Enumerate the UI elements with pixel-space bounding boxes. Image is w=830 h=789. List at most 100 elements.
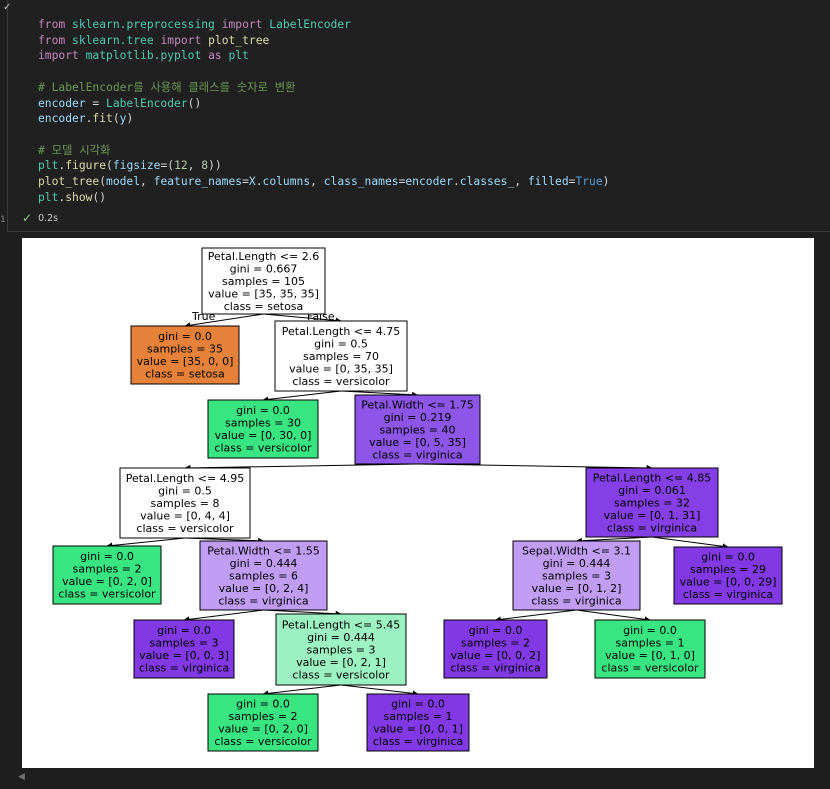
tree-node-text: value = [0, 2, 0] xyxy=(218,723,308,736)
code-line-10: plt.figure(figsize=(12, 8)) xyxy=(38,159,222,173)
tree-node-text: class = virginica xyxy=(450,662,540,675)
tree-node-text: Petal.Length <= 2.6 xyxy=(208,250,319,263)
tree-node-text: Petal.Length <= 4.95 xyxy=(126,472,244,485)
tree-node-text: samples = 2 xyxy=(461,637,530,650)
tree-node: Petal.Width <= 1.55gini = 0.444samples =… xyxy=(199,540,328,611)
code-line-5: # LabelEncoder를 사용해 클래스를 숫자로 변환 xyxy=(38,80,296,94)
tree-node-text: Petal.Length <= 4.85 xyxy=(593,471,711,484)
tree-node: Petal.Length <= 5.45gini = 0.444samples … xyxy=(275,613,407,686)
tree-node-text: gini = 0.5 xyxy=(314,337,368,350)
tree-node-text: value = [0, 0, 2] xyxy=(451,649,541,662)
tree-edge xyxy=(575,536,653,544)
tree-node: gini = 0.0samples = 29value = [0, 0, 29]… xyxy=(673,546,783,605)
tree-node-text: value = [35, 35, 35] xyxy=(208,287,319,300)
tree-edge xyxy=(340,684,419,697)
collapse-chevron-icon[interactable]: ✓ xyxy=(3,2,15,14)
cell-status: ✓ 0.2s xyxy=(22,211,58,225)
tree-node-text: class = versicolor xyxy=(136,522,234,535)
code-editor[interactable]: from sklearn.preprocessing import LabelE… xyxy=(38,17,609,205)
tree-node-text: samples = 30 xyxy=(225,417,301,430)
tree-node: gini = 0.0samples = 2value = [0, 2, 0]cl… xyxy=(52,545,162,605)
tree-node-text: samples = 3 xyxy=(307,643,376,656)
execution-count: 1 xyxy=(0,215,6,225)
tree-node: gini = 0.0samples = 3value = [0, 0, 3]cl… xyxy=(133,619,235,679)
tree-edge xyxy=(263,609,342,617)
tree-node-text: value = [35, 0, 0] xyxy=(137,355,234,368)
scroll-left-icon[interactable]: ◀ xyxy=(18,772,25,782)
tree-node-text: gini = 0.0 xyxy=(391,698,445,711)
tree-node-text: samples = 8 xyxy=(151,497,220,510)
tree-node-text: value = [0, 0, 1] xyxy=(373,723,463,736)
tree-node-text: class = virginica xyxy=(607,521,697,534)
tree-node-text: samples = 40 xyxy=(380,423,456,436)
code-line-11: plot_tree(model, feature_names=X.columns… xyxy=(38,175,610,189)
tree-node: Petal.Length <= 4.75gini = 0.5samples = … xyxy=(274,320,408,392)
tree-node-text: class = setosa xyxy=(224,300,304,313)
tree-node-text: value = [0, 1, 0] xyxy=(605,649,695,662)
tree-node-text: value = [0, 4, 4] xyxy=(140,509,230,522)
tree-node: gini = 0.0samples = 30value = [0, 30, 0]… xyxy=(207,399,319,459)
tree-node-text: gini = 0.667 xyxy=(230,262,298,275)
tree-edge xyxy=(106,537,186,549)
tree-edge xyxy=(651,536,729,550)
code-line-7: encoder.fit(y) xyxy=(38,112,134,126)
tree-node: Petal.Length <= 4.85gini = 0.061samples … xyxy=(585,467,719,538)
code-line-2: from sklearn.tree import plot_tree xyxy=(38,33,270,47)
tree-node: Petal.Length <= 4.95gini = 0.5samples = … xyxy=(119,467,251,539)
tree-node-text: value = [0, 0, 29] xyxy=(680,576,777,589)
tree-edge xyxy=(262,390,342,403)
tree-node-text: class = virginica xyxy=(372,448,462,461)
tree-node-text: value = [0, 2, 0] xyxy=(62,575,152,588)
tree-node-text: gini = 0.444 xyxy=(230,557,298,570)
tree-node-text: gini = 0.0 xyxy=(701,551,755,564)
tree-node-text: class = virginica xyxy=(683,588,773,601)
tree-node-text: samples = 70 xyxy=(303,350,379,363)
tree-node-text: gini = 0.0 xyxy=(623,624,677,637)
tree-edge xyxy=(262,684,342,697)
tree-node-text: gini = 0.061 xyxy=(618,484,686,497)
tree-node-text: Petal.Length <= 4.75 xyxy=(282,325,400,338)
tree-node-text: samples = 35 xyxy=(147,343,223,356)
tree-node-text: value = [0, 1, 2] xyxy=(532,582,622,595)
tree-node-text: gini = 0.444 xyxy=(543,557,611,570)
tree-node-text: gini = 0.0 xyxy=(469,624,523,637)
success-check-icon: ✓ xyxy=(22,211,33,225)
tree-edge xyxy=(184,463,418,471)
tree-node-text: value = [0, 2, 4] xyxy=(219,582,309,595)
cell-output-figure: True False Petal.Length <= 2.6 gini = 0.6… xyxy=(22,238,814,768)
tree-node-text: class = versicolor xyxy=(292,375,390,388)
tree-node: gini = 0.0samples = 1value = [0, 0, 1]cl… xyxy=(366,693,470,752)
tree-node-text: class = virginica xyxy=(139,662,229,675)
tree-node-text: class = versicolor xyxy=(292,668,390,681)
tree-node-text: gini = 0.0 xyxy=(236,698,290,711)
tree-node-text: value = [0, 35, 35] xyxy=(289,362,393,375)
tree-node-text: samples = 3 xyxy=(542,569,611,582)
tree-node-text: value = [0, 5, 35] xyxy=(369,436,466,449)
tree-node-text: class = versicolor xyxy=(214,442,312,455)
tree-node-text: samples = 1 xyxy=(384,710,453,723)
tree-node-text: value = [0, 1, 31] xyxy=(604,509,701,522)
tree-node-text: class = setosa xyxy=(145,368,225,381)
tree-node-text: gini = 0.444 xyxy=(307,631,375,644)
tree-node: Petal.Length <= 2.6gini = 0.667samples =… xyxy=(201,247,326,315)
code-line-9: # 모델 시각화 xyxy=(38,143,111,157)
tree-node-text: gini = 0.5 xyxy=(158,484,212,497)
tree-node: gini = 0.0samples = 2value = [0, 0, 2]cl… xyxy=(443,619,548,679)
tree-node-text: Petal.Width <= 1.75 xyxy=(361,398,474,411)
tree-node: gini = 0.0samples = 2value = [0, 2, 0]cl… xyxy=(207,693,319,752)
tree-node: gini = 0.0samples = 1value = [0, 1, 0]cl… xyxy=(594,619,706,679)
tree-node: Sepal.Width <= 3.1gini = 0.444samples = … xyxy=(512,540,641,611)
code-cell[interactable]: ✓ from sklearn.preprocessing import Labe… xyxy=(3,0,830,232)
tree-node-text: samples = 6 xyxy=(229,569,298,582)
tree-node-text: class = virginica xyxy=(531,594,621,607)
tree-node-text: Petal.Width <= 1.55 xyxy=(207,544,320,557)
tree-node-text: gini = 0.0 xyxy=(158,330,212,343)
tree-node-text: gini = 0.0 xyxy=(80,550,134,563)
code-line-6: encoder = LabelEncoder() xyxy=(38,96,202,110)
code-line-1: from sklearn.preprocessing import LabelE… xyxy=(38,18,351,31)
tree-node-text: samples = 29 xyxy=(690,563,766,576)
tree-node-text: Sepal.Width <= 3.1 xyxy=(522,544,631,557)
tree-node-text: samples = 32 xyxy=(614,496,690,509)
tree-node-text: class = versicolor xyxy=(58,588,156,601)
tree-edge xyxy=(417,463,653,471)
